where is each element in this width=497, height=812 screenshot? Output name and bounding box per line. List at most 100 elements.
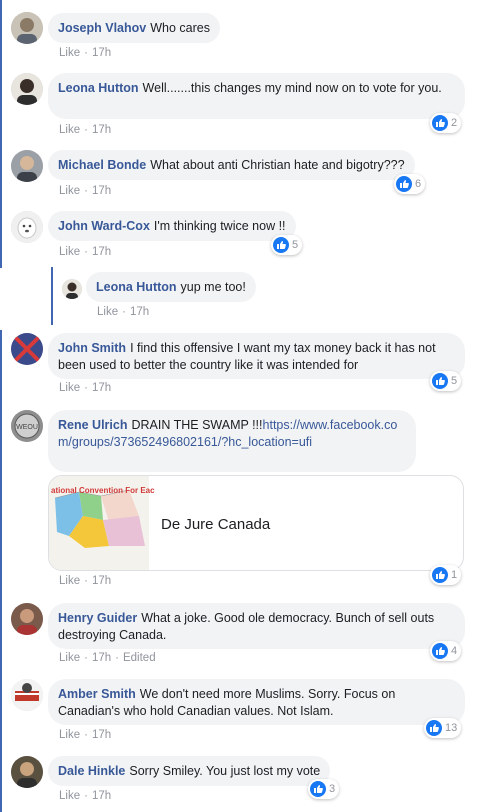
avatar[interactable] bbox=[11, 679, 43, 711]
comment-author[interactable]: Michael Bonde bbox=[58, 158, 146, 172]
comment-meta: Like · 17h bbox=[59, 575, 112, 587]
avatar[interactable] bbox=[11, 333, 43, 365]
comment-bubble: Dale Hinkle Sorry Smiley. You just lost m… bbox=[48, 756, 331, 786]
comment-bubble: Leona Hutton Well.......this changes my m… bbox=[48, 73, 465, 119]
like-reaction-icon bbox=[432, 115, 448, 131]
comment-meta: Like · 17h bbox=[59, 790, 112, 802]
comment-meta: Like · 17h bbox=[97, 306, 150, 318]
reaction-count[interactable]: 13 bbox=[424, 718, 462, 738]
avatar[interactable] bbox=[11, 73, 43, 105]
comment-author[interactable]: Rene Ulrich bbox=[58, 418, 127, 432]
comment-author[interactable]: John Smith bbox=[58, 341, 126, 355]
reaction-number: 5 bbox=[451, 375, 458, 387]
reaction-count[interactable]: 1 bbox=[430, 565, 462, 585]
avatar[interactable] bbox=[11, 603, 43, 635]
reaction-number: 13 bbox=[445, 722, 458, 734]
timestamp[interactable]: 17h bbox=[130, 306, 149, 318]
timestamp[interactable]: 17h bbox=[92, 652, 111, 664]
like-link[interactable]: Like bbox=[59, 246, 80, 258]
comment-author[interactable]: Leona Hutton bbox=[96, 280, 177, 294]
timestamp[interactable]: 17h bbox=[92, 47, 111, 59]
reaction-count[interactable]: 4 bbox=[430, 641, 462, 661]
like-link[interactable]: Like bbox=[59, 652, 80, 664]
reply-rule bbox=[51, 267, 53, 325]
comment-bubble: Amber Smith We don't need more Muslims. S… bbox=[48, 679, 465, 725]
like-reaction-icon bbox=[310, 781, 326, 797]
reaction-number: 5 bbox=[292, 239, 299, 251]
timestamp[interactable]: 17h bbox=[92, 246, 111, 258]
link-preview-image-caption: ational Convention For Eac bbox=[51, 486, 155, 495]
like-link[interactable]: Like bbox=[59, 124, 80, 136]
like-reaction-icon bbox=[432, 643, 448, 659]
link-preview-title[interactable]: De Jure Canada bbox=[161, 516, 270, 533]
comment-author[interactable]: Dale Hinkle bbox=[58, 764, 125, 778]
like-reaction-icon bbox=[432, 373, 448, 389]
like-reaction-icon bbox=[273, 237, 289, 253]
comment-meta: Like · 17h bbox=[59, 47, 112, 59]
comment-bubble: Leona Hutton yup me too! bbox=[86, 272, 256, 302]
comment-author[interactable]: Amber Smith bbox=[58, 687, 136, 701]
comment-meta: Like · 17h bbox=[59, 185, 112, 197]
comment-text: Sorry Smiley. You just lost my vote bbox=[129, 764, 321, 778]
like-link[interactable]: Like bbox=[59, 47, 80, 59]
thread-rule bbox=[0, 0, 2, 268]
comment-text: yup me too! bbox=[180, 280, 246, 294]
reaction-count[interactable]: 6 bbox=[394, 174, 426, 194]
comment-bubble: John Smith I find this offensive I want m… bbox=[48, 333, 465, 379]
comment-meta: Like · 17h · Edited bbox=[59, 652, 156, 664]
comment-bubble: Henry Guider What a joke. Good ole democr… bbox=[48, 603, 465, 649]
comment-meta: Like · 17h bbox=[59, 124, 112, 136]
comment-meta: Like · 17h bbox=[59, 382, 112, 394]
like-reaction-icon bbox=[396, 176, 412, 192]
avatar[interactable] bbox=[62, 279, 82, 299]
comment-meta: Like · 17h bbox=[59, 729, 112, 741]
comment-author[interactable]: John Ward-Cox bbox=[58, 219, 150, 233]
reaction-count[interactable]: 5 bbox=[430, 371, 462, 391]
link-preview-image: ational Convention For Eac bbox=[49, 476, 155, 570]
comment-bubble: Michael Bonde What about anti Christian h… bbox=[48, 150, 415, 180]
like-link[interactable]: Like bbox=[97, 306, 118, 318]
avatar[interactable] bbox=[11, 211, 43, 243]
comment-author[interactable]: Leona Hutton bbox=[58, 81, 139, 95]
like-link[interactable]: Like bbox=[59, 575, 80, 587]
timestamp[interactable]: 17h bbox=[92, 790, 111, 802]
reaction-count[interactable]: 2 bbox=[430, 113, 462, 133]
comment-text: I'm thinking twice now !! bbox=[153, 219, 286, 233]
reaction-number: 2 bbox=[451, 117, 458, 129]
timestamp[interactable]: 17h bbox=[92, 382, 111, 394]
comment-text: DRAIN THE SWAMP !!! bbox=[131, 418, 263, 432]
comment-text: Who cares bbox=[150, 21, 210, 35]
comment-bubble: Rene Ulrich DRAIN THE SWAMP !!!https://ww… bbox=[48, 410, 416, 472]
reaction-count[interactable]: 3 bbox=[308, 779, 340, 799]
reaction-number: 1 bbox=[451, 569, 458, 581]
comment-text: Well.......this changes my mind now on t… bbox=[142, 81, 442, 95]
avatar[interactable] bbox=[11, 150, 43, 182]
comment-meta: Like · 17h bbox=[59, 246, 112, 258]
comment-bubble: John Ward-Cox I'm thinking twice now !! bbox=[48, 211, 296, 241]
like-link[interactable]: Like bbox=[59, 790, 80, 802]
avatar[interactable] bbox=[11, 756, 43, 788]
svg-text:WEOU: WEOU bbox=[16, 424, 38, 431]
edited-label[interactable]: Edited bbox=[123, 652, 156, 664]
like-link[interactable]: Like bbox=[59, 382, 80, 394]
like-link[interactable]: Like bbox=[59, 185, 80, 197]
timestamp[interactable]: 17h bbox=[92, 124, 111, 136]
thread-rule bbox=[0, 330, 2, 812]
timestamp[interactable]: 17h bbox=[92, 729, 111, 741]
reaction-number: 4 bbox=[451, 645, 458, 657]
like-link[interactable]: Like bbox=[59, 729, 80, 741]
link-preview-card[interactable]: ational Convention For Eac De Jure Canad… bbox=[48, 475, 464, 571]
timestamp[interactable]: 17h bbox=[92, 185, 111, 197]
comment-bubble: Joseph Vlahov Who cares bbox=[48, 13, 220, 43]
like-reaction-icon bbox=[426, 720, 442, 736]
comment-author[interactable]: Henry Guider bbox=[58, 611, 137, 625]
reaction-count[interactable]: 5 bbox=[271, 235, 303, 255]
like-reaction-icon bbox=[432, 567, 448, 583]
comment-text: What about anti Christian hate and bigot… bbox=[150, 158, 405, 172]
avatar[interactable]: WEOU bbox=[11, 410, 43, 442]
reaction-number: 3 bbox=[329, 783, 336, 795]
timestamp[interactable]: 17h bbox=[92, 575, 111, 587]
comment-author[interactable]: Joseph Vlahov bbox=[58, 21, 146, 35]
avatar[interactable] bbox=[11, 12, 43, 44]
reaction-number: 6 bbox=[415, 178, 422, 190]
